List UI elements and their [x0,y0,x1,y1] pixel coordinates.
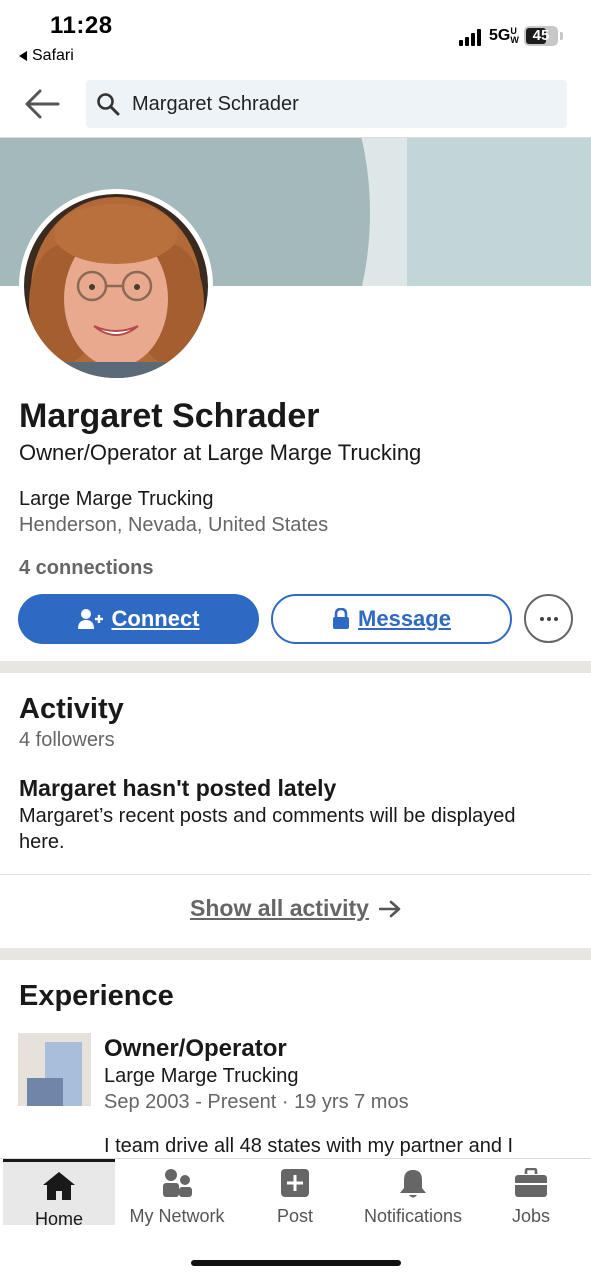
network-type: 5GU W [489,26,519,45]
add-person-icon [77,609,103,629]
nav-my-network[interactable]: My Network [118,1159,236,1226]
connect-button[interactable]: Connect [18,594,259,644]
search-bar[interactable] [86,80,567,128]
show-all-activity-label: Show all activity [190,895,369,921]
followers-count: 4 followers [19,729,115,751]
section-separator [0,948,591,960]
profile-headline: Owner/Operator at Large Marge Trucking [19,440,422,465]
home-indicator [191,1260,401,1266]
cellular-signal-icon [459,28,485,46]
connections-count[interactable]: 4 connections [19,557,153,580]
nav-jobs-label: Jobs [511,1206,551,1226]
nav-post-label: Post [276,1206,314,1226]
nav-home-label: Home [34,1209,83,1229]
nav-post[interactable]: Post [236,1159,354,1226]
message-label: Message [358,606,451,631]
experience-company: Large Marge Trucking [104,1065,299,1087]
search-icon [97,93,120,116]
message-button[interactable]: Message [271,594,512,644]
search-input[interactable] [132,80,552,128]
nav-notifications[interactable]: Notifications [354,1159,472,1226]
back-app-label: Safari [32,47,74,64]
profile-company[interactable]: Large Marge Trucking [19,488,214,511]
nav-notifications-label: Notifications [363,1206,463,1226]
activity-empty-heading: Margaret hasn't posted lately [19,775,337,801]
arrow-right-icon [378,900,401,917]
company-logo[interactable] [18,1033,91,1106]
post-icon [281,1169,309,1197]
experience-title: Experience [19,980,174,1012]
briefcase-icon [515,1168,547,1197]
home-icon [43,1172,75,1200]
connect-label: Connect [111,606,200,631]
battery-icon: 45 [524,26,558,46]
profile-name: Margaret Schrader [19,397,320,435]
activity-empty-body: Margaret’s recent posts and comments wil… [19,805,516,853]
activity-divider [0,874,591,875]
back-to-safari-link[interactable]: Safari [19,47,74,65]
back-arrow-icon[interactable] [22,86,62,122]
profile-photo[interactable] [19,189,213,383]
network-icon [163,1169,192,1197]
activity-title: Activity [19,693,124,725]
nav-home[interactable]: Home [3,1159,115,1229]
battery-nub [560,32,563,40]
nav-my-network-label: My Network [129,1206,225,1226]
status-bar: 11:28 Safari 5GU W 45 [0,0,591,72]
status-time: 11:28 [50,12,113,39]
experience-role: Owner/Operator [104,1035,287,1062]
profile-location: Henderson, Nevada, United States [19,514,329,536]
experience-description: I team drive all 48 states with my partn… [104,1135,514,1157]
back-triangle-icon [19,51,27,61]
bell-icon [400,1170,426,1198]
section-separator [0,661,591,673]
lock-icon [333,608,350,629]
more-options-button[interactable] [524,594,573,643]
show-all-activity-link[interactable]: Show all activity [0,895,591,922]
nav-jobs[interactable]: Jobs [472,1159,590,1226]
battery-level: 45 [532,27,550,44]
experience-dates: Sep 2003 - Present · 19 yrs 7 mos [104,1091,409,1113]
